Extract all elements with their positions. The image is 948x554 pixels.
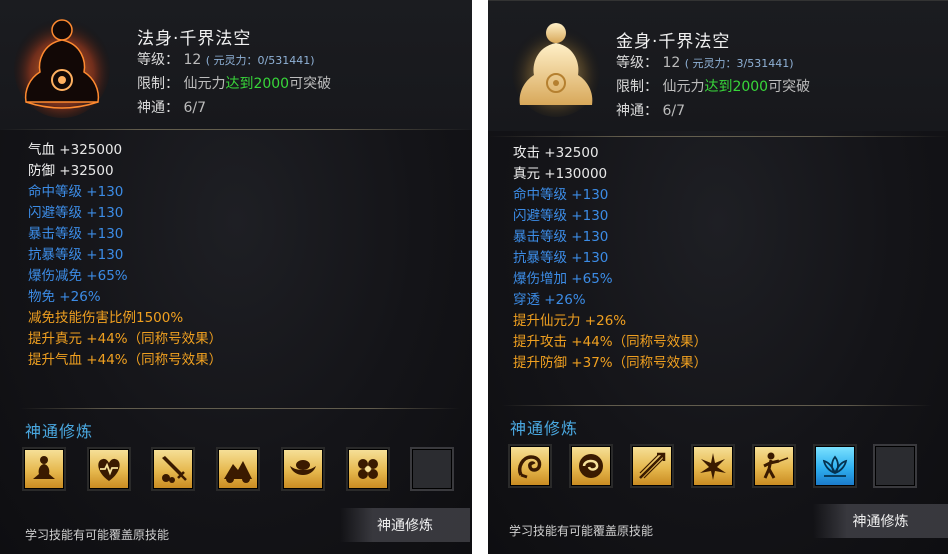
limit-highlight: 达到2000 [225, 76, 290, 92]
stats-list: 攻击 +32500 真元 +130000 命中等级 +130 闪避等级 +130… [513, 143, 707, 374]
level-value: 12 [183, 52, 202, 68]
stat-row: 抗暴等级 +130 [513, 250, 609, 266]
level-value: 12 [662, 55, 681, 71]
stat-row: 命中等级 +130 [28, 184, 124, 200]
right-header: 金身·千界法空 等级： 12 ( 元灵力：3/531441) 限制： 仙元力达到… [488, 1, 948, 137]
skill-slot-arrow[interactable] [630, 444, 674, 488]
swirl-icon [579, 454, 603, 478]
stat-row: 提升真元 +44%（同称号效果） [28, 331, 223, 347]
skill-slot-empty[interactable] [873, 444, 917, 488]
page-title: 金身·千界法空 [616, 32, 731, 52]
limit-highlight: 达到2000 [704, 79, 769, 95]
stat-row: 爆伤减免 +65% [28, 268, 128, 284]
limit-row: 限制： 仙元力达到2000可突破 [616, 75, 810, 99]
section-divider [502, 405, 932, 406]
skill-slot-swirl[interactable] [569, 444, 613, 488]
stat-row: 爆伤增加 +65% [513, 271, 613, 287]
limit-prefix: 仙元力 [662, 79, 705, 95]
limit-row: 限制： 仙元力达到2000可突破 [137, 72, 331, 96]
shentong-row: 神通： 6/7 [616, 99, 685, 123]
skill-slot-sword[interactable] [151, 447, 195, 491]
shentong-value: 6/7 [662, 103, 685, 119]
level-label: 等级： [616, 55, 658, 71]
burst-icon [700, 453, 726, 480]
stat-row: 真元 +130000 [513, 166, 608, 182]
stat-row: 提升攻击 +44%（同称号效果） [513, 334, 708, 350]
stat-row: 闪避等级 +130 [28, 205, 124, 221]
level-row: 等级： 12 ( 元灵力：0/531441) [137, 48, 315, 73]
meditate-icon [33, 456, 55, 479]
level-sub: ( 元灵力：3/531441) [684, 57, 794, 70]
skill-slot-meditate[interactable] [22, 447, 66, 491]
section-divider [20, 408, 460, 409]
hint-text: 学习技能有可能覆盖原技能 [509, 524, 654, 538]
stat-row: 减免技能伤害比例1500% [28, 310, 184, 326]
level-label: 等级： [137, 52, 179, 68]
stat-row: 暴击等级 +130 [28, 226, 124, 242]
shentong-train-button[interactable]: 神通修炼 [813, 504, 948, 538]
dragon-icon [518, 455, 542, 479]
shentong-value: 6/7 [183, 100, 206, 116]
level-sub: ( 元灵力：0/531441) [205, 54, 315, 67]
stat-row: 命中等级 +130 [513, 187, 609, 203]
stat-row: 防御 +32500 [28, 163, 114, 179]
stat-row: 提升气血 +44%（同称号效果） [28, 352, 223, 368]
skill-slot-dragon[interactable] [508, 444, 552, 488]
limit-prefix: 仙元力 [183, 76, 226, 92]
limit-suffix: 可突破 [768, 79, 811, 95]
right-panel: 金身·千界法空 等级： 12 ( 元灵力：3/531441) 限制： 仙元力达到… [488, 0, 948, 554]
dark-buddha-avatar-icon [12, 8, 112, 118]
skill-slot-flower[interactable] [346, 447, 390, 491]
left-panel: 法身·千界法空 等级： 12 ( 元灵力：0/531441) 限制： 仙元力达到… [0, 0, 472, 554]
stat-row: 暴击等级 +130 [513, 229, 609, 245]
stat-row: 闪避等级 +130 [513, 208, 609, 224]
skill-slot-lotus[interactable] [813, 444, 857, 488]
heart-icon [98, 458, 120, 481]
arrow-icon [639, 452, 666, 479]
panel-gap [472, 0, 488, 554]
hint-text: 学习技能有可能覆盖原技能 [25, 528, 170, 542]
skill-slot-burst[interactable] [691, 444, 735, 488]
header-divider [0, 129, 472, 130]
level-row: 等级： 12 ( 元灵力：3/531441) [616, 51, 794, 76]
skill-slot-empty[interactable] [410, 447, 454, 491]
stat-row: 气血 +325000 [28, 142, 123, 158]
stat-row: 穿透 +26% [513, 292, 586, 308]
golden-buddha-avatar-icon [506, 9, 606, 119]
shentong-train-button[interactable]: 神通修炼 [340, 508, 470, 542]
limit-label: 限制： [137, 76, 179, 92]
shentong-label: 神通： [616, 103, 658, 119]
shentong-row: 神通： 6/7 [137, 96, 206, 120]
skill-slot-ingot[interactable] [281, 447, 325, 491]
warrior-icon [763, 452, 789, 479]
limit-label: 限制： [616, 79, 658, 95]
header-divider [488, 136, 948, 137]
stat-row: 提升仙元力 +26% [513, 313, 627, 329]
stat-row: 攻击 +32500 [513, 145, 599, 161]
shentong-label: 神通： [137, 100, 179, 116]
limit-suffix: 可突破 [289, 76, 332, 92]
lotus-icon [822, 455, 848, 477]
page-title: 法身·千界法空 [137, 29, 252, 49]
stat-row: 物免 +26% [28, 289, 101, 305]
left-header: 法身·千界法空 等级： 12 ( 元灵力：0/531441) 限制： 仙元力达到… [0, 0, 472, 130]
section-title: 神通修炼 [25, 422, 94, 441]
skill-slot-heart[interactable] [87, 447, 131, 491]
flower-icon [358, 459, 378, 479]
stat-row: 提升防御 +37%（同称号效果） [513, 355, 708, 371]
skill-slot-mountain[interactable] [216, 447, 260, 491]
stat-row: 抗暴等级 +130 [28, 247, 124, 263]
mountain-icon [224, 461, 252, 483]
sword-icon [162, 456, 187, 483]
section-title: 神通修炼 [510, 419, 579, 438]
ingot-icon [290, 460, 316, 475]
skill-slot-warrior[interactable] [752, 444, 796, 488]
stats-list: 气血 +325000 防御 +32500 命中等级 +130 闪避等级 +130… [28, 140, 222, 371]
